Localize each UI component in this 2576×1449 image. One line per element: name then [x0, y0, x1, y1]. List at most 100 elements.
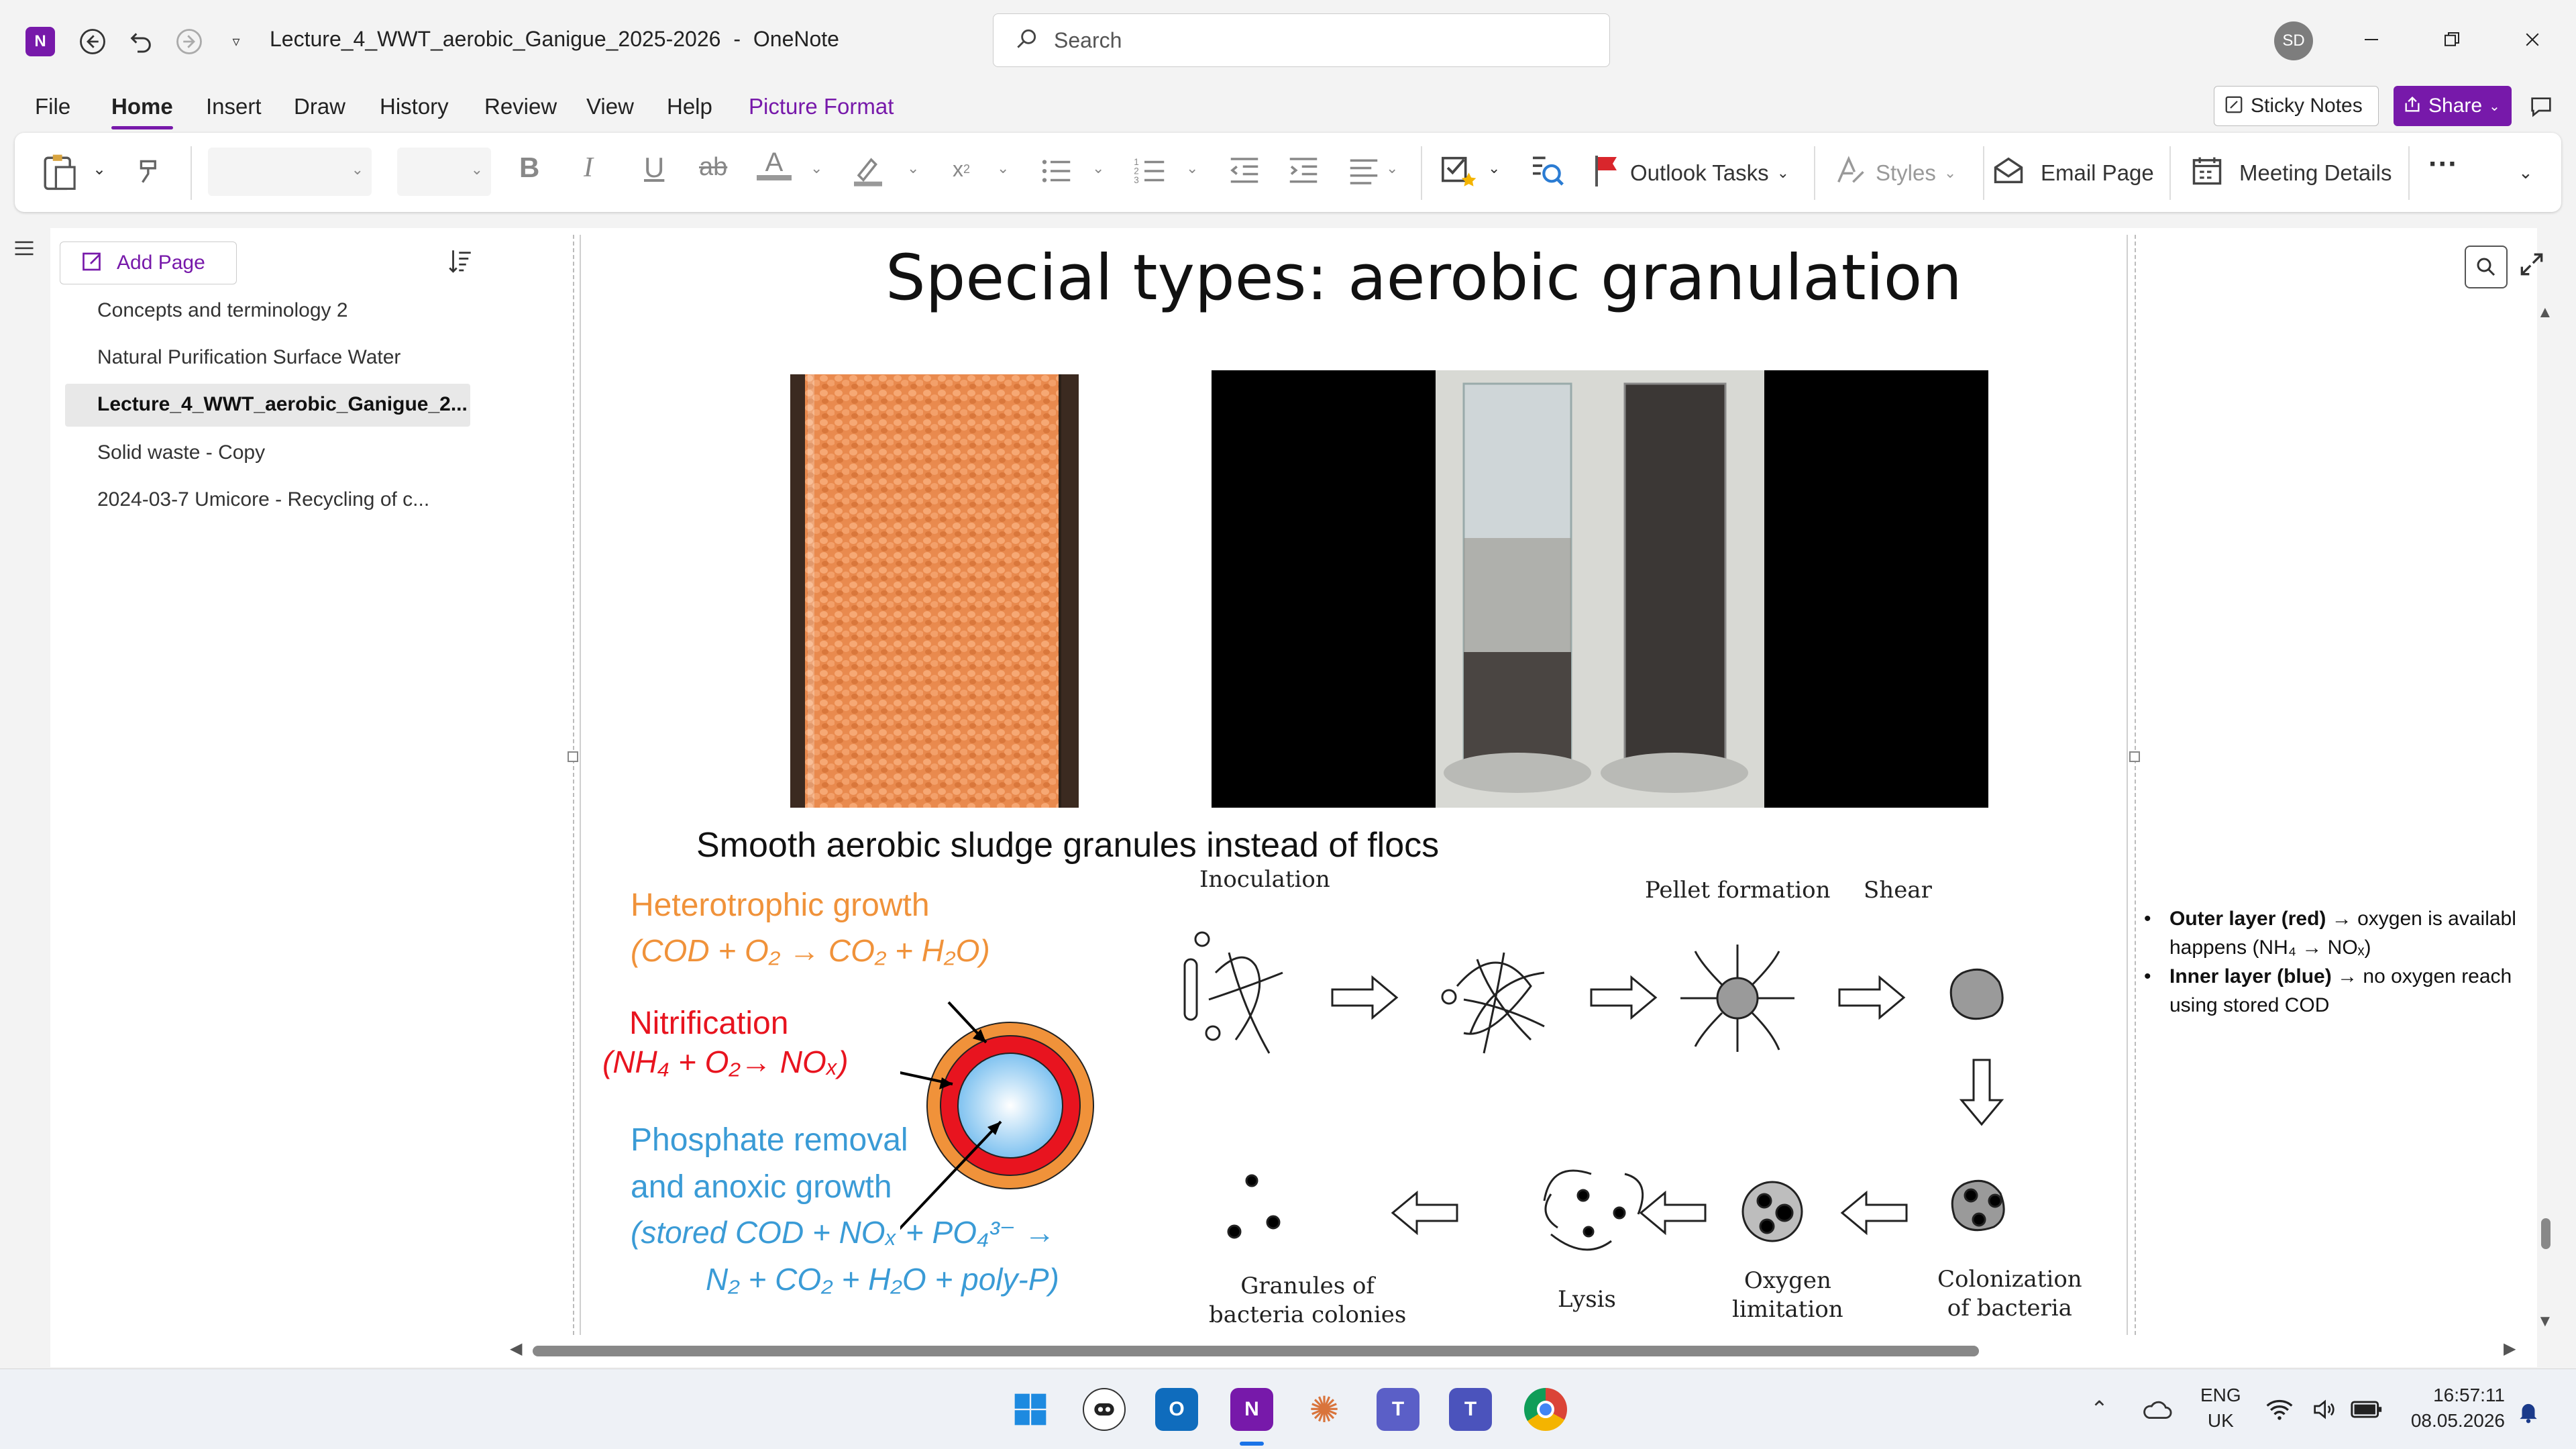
menu-help[interactable]: Help — [667, 94, 712, 119]
show-hidden-icons-icon[interactable]: ⌃ — [2090, 1396, 2108, 1421]
start-icon[interactable] — [1009, 1388, 1052, 1431]
svg-text:3: 3 — [1134, 175, 1139, 185]
scroll-up-icon[interactable]: ▲ — [2537, 303, 2553, 322]
wifi-icon[interactable] — [2265, 1396, 2294, 1426]
page-item[interactable]: 2024-03-7 Umicore - Recycling of c... — [97, 488, 429, 511]
page-item[interactable]: Solid waste - Copy — [97, 441, 265, 464]
strikethrough-icon[interactable]: ab — [699, 153, 727, 182]
volume-icon[interactable] — [2310, 1396, 2337, 1426]
paste-dropdown-icon[interactable]: ⌄ — [93, 160, 106, 179]
styles-button[interactable]: Styles ⌄ — [1833, 153, 1956, 193]
outlook-tasks-button[interactable]: Outlook Tasks ⌄ — [1590, 153, 1789, 193]
ribbon-collapse-icon[interactable]: ⌄ — [2518, 162, 2533, 183]
resize-handle[interactable] — [2129, 751, 2140, 762]
font-family-select[interactable]: ⌄ — [208, 148, 372, 196]
italic-icon[interactable]: I — [584, 152, 593, 184]
onenote-logo-icon: N — [25, 27, 55, 56]
copilot-icon[interactable] — [1083, 1388, 1126, 1431]
page-item[interactable]: Natural Purification Surface Water — [97, 346, 400, 369]
quick-access-dropdown-icon[interactable]: ▿ — [224, 30, 248, 54]
chrome-icon[interactable] — [1524, 1388, 1567, 1431]
sticky-notes-button[interactable]: Sticky Notes — [2214, 86, 2379, 126]
resize-handle[interactable] — [568, 751, 578, 762]
scroll-down-icon[interactable]: ▼ — [2537, 1312, 2553, 1331]
menu-view[interactable]: View — [586, 94, 634, 119]
align-icon[interactable] — [1346, 153, 1382, 189]
navigation-toggle-icon[interactable] — [12, 236, 36, 264]
title-separator: - — [733, 27, 741, 51]
page-canvas[interactable]: Special types: aerobic granulation Smoot… — [498, 228, 2553, 1367]
numbering-dropdown-icon[interactable]: ⌄ — [1186, 160, 1198, 177]
minimize-icon[interactable] — [2348, 23, 2395, 56]
notes-container[interactable]: • Outer layer (red) → oxygen is availabl… — [2141, 904, 2537, 1038]
underline-icon[interactable]: U — [644, 152, 664, 184]
undo-icon[interactable] — [123, 24, 158, 59]
language-indicator[interactable]: ENG UK — [2200, 1383, 2241, 1434]
teams-work-icon[interactable]: T — [1449, 1388, 1492, 1431]
note-outer-bold: Outer layer (red) — [2169, 908, 2326, 930]
font-color-icon[interactable]: A — [757, 148, 792, 180]
sort-pages-icon[interactable] — [446, 247, 474, 278]
highlight-dropdown-icon[interactable]: ⌄ — [907, 160, 919, 177]
restore-icon[interactable] — [2428, 23, 2475, 56]
battery-icon[interactable] — [2351, 1399, 2383, 1424]
close-window-icon[interactable] — [2509, 23, 2556, 56]
add-page-button[interactable]: Add Page — [60, 241, 237, 284]
search-box[interactable]: Search — [993, 13, 1610, 67]
font-size-select[interactable]: ⌄ — [397, 148, 491, 196]
onenote-taskbar-icon[interactable]: N — [1230, 1388, 1273, 1431]
page-item-selected[interactable]: Lecture_4_WWT_aerobic_Ganigue_2... — [97, 393, 468, 416]
notifications-bell-icon[interactable] — [2516, 1399, 2541, 1428]
format-painter-icon[interactable] — [134, 154, 168, 188]
increase-indent-icon[interactable] — [1285, 153, 1322, 189]
search-page-icon[interactable] — [2465, 246, 2508, 288]
menu-insert[interactable]: Insert — [206, 94, 262, 119]
menu-picture-format[interactable]: Picture Format — [749, 94, 894, 119]
subscript-dropdown-icon[interactable]: ⌄ — [997, 160, 1009, 177]
page-item[interactable]: Concepts and terminology 2 — [97, 299, 348, 322]
outlook-icon[interactable]: O — [1155, 1388, 1198, 1431]
onedrive-icon[interactable] — [2141, 1399, 2172, 1425]
paste-icon[interactable] — [40, 152, 78, 192]
menu-draw[interactable]: Draw — [294, 94, 345, 119]
nitrification-formula: (NH₄ + O₂→ NOₓ) — [602, 1044, 849, 1079]
font-color-dropdown-icon[interactable]: ⌄ — [810, 160, 822, 177]
menu-review[interactable]: Review — [484, 94, 557, 119]
scroll-left-icon[interactable]: ◀ — [510, 1339, 522, 1358]
more-options-icon[interactable]: ··· — [2428, 148, 2458, 181]
user-avatar[interactable]: SD — [2274, 21, 2313, 60]
feedback-icon[interactable] — [2521, 87, 2561, 127]
tag-checkbox-icon[interactable] — [1440, 152, 1479, 191]
align-dropdown-icon[interactable]: ⌄ — [1386, 160, 1398, 177]
vertical-scrollbar-thumb[interactable] — [2541, 1218, 2551, 1249]
note-outer-rest: → oxygen is availabl — [2331, 908, 2516, 930]
share-button[interactable]: Share ⌄ — [2394, 86, 2512, 126]
teams-icon[interactable]: T — [1377, 1388, 1419, 1431]
expand-icon[interactable] — [2517, 250, 2546, 282]
back-icon[interactable] — [75, 24, 110, 59]
menu-home[interactable]: Home — [111, 94, 173, 119]
bullets-dropdown-icon[interactable]: ⌄ — [1092, 160, 1104, 177]
decrease-indent-icon[interactable] — [1226, 153, 1263, 189]
redo-icon[interactable] — [172, 24, 207, 59]
claude-icon[interactable]: ✺ — [1303, 1388, 1346, 1431]
horizontal-scrollbar-thumb[interactable] — [533, 1346, 1979, 1356]
subscript-icon[interactable]: x2 — [953, 157, 970, 182]
menu-history[interactable]: History — [380, 94, 449, 119]
scroll-right-icon[interactable]: ▶ — [2504, 1339, 2516, 1358]
label-oxygen-line2: limitation — [1732, 1295, 1843, 1323]
menu-file[interactable]: File — [35, 94, 70, 119]
email-page-button[interactable]: Email Page — [1991, 153, 2154, 193]
ribbon-separator — [1983, 146, 1984, 200]
meeting-details-button[interactable]: Meeting Details — [2190, 153, 2392, 193]
bullets-icon[interactable] — [1038, 153, 1075, 189]
clock[interactable]: 16:57:11 08.05.2026 — [2403, 1383, 2505, 1434]
bold-icon[interactable]: B — [519, 152, 539, 184]
email-page-label: Email Page — [2041, 160, 2154, 185]
styles-label: Styles — [1876, 160, 1936, 185]
label-oxygen-line1: Oxygen — [1743, 1267, 1831, 1294]
tag-dropdown-icon[interactable]: ⌄ — [1488, 160, 1500, 177]
numbering-icon[interactable]: 123 — [1132, 153, 1169, 189]
highlight-icon[interactable] — [849, 150, 887, 188]
find-tags-icon[interactable] — [1528, 152, 1566, 189]
